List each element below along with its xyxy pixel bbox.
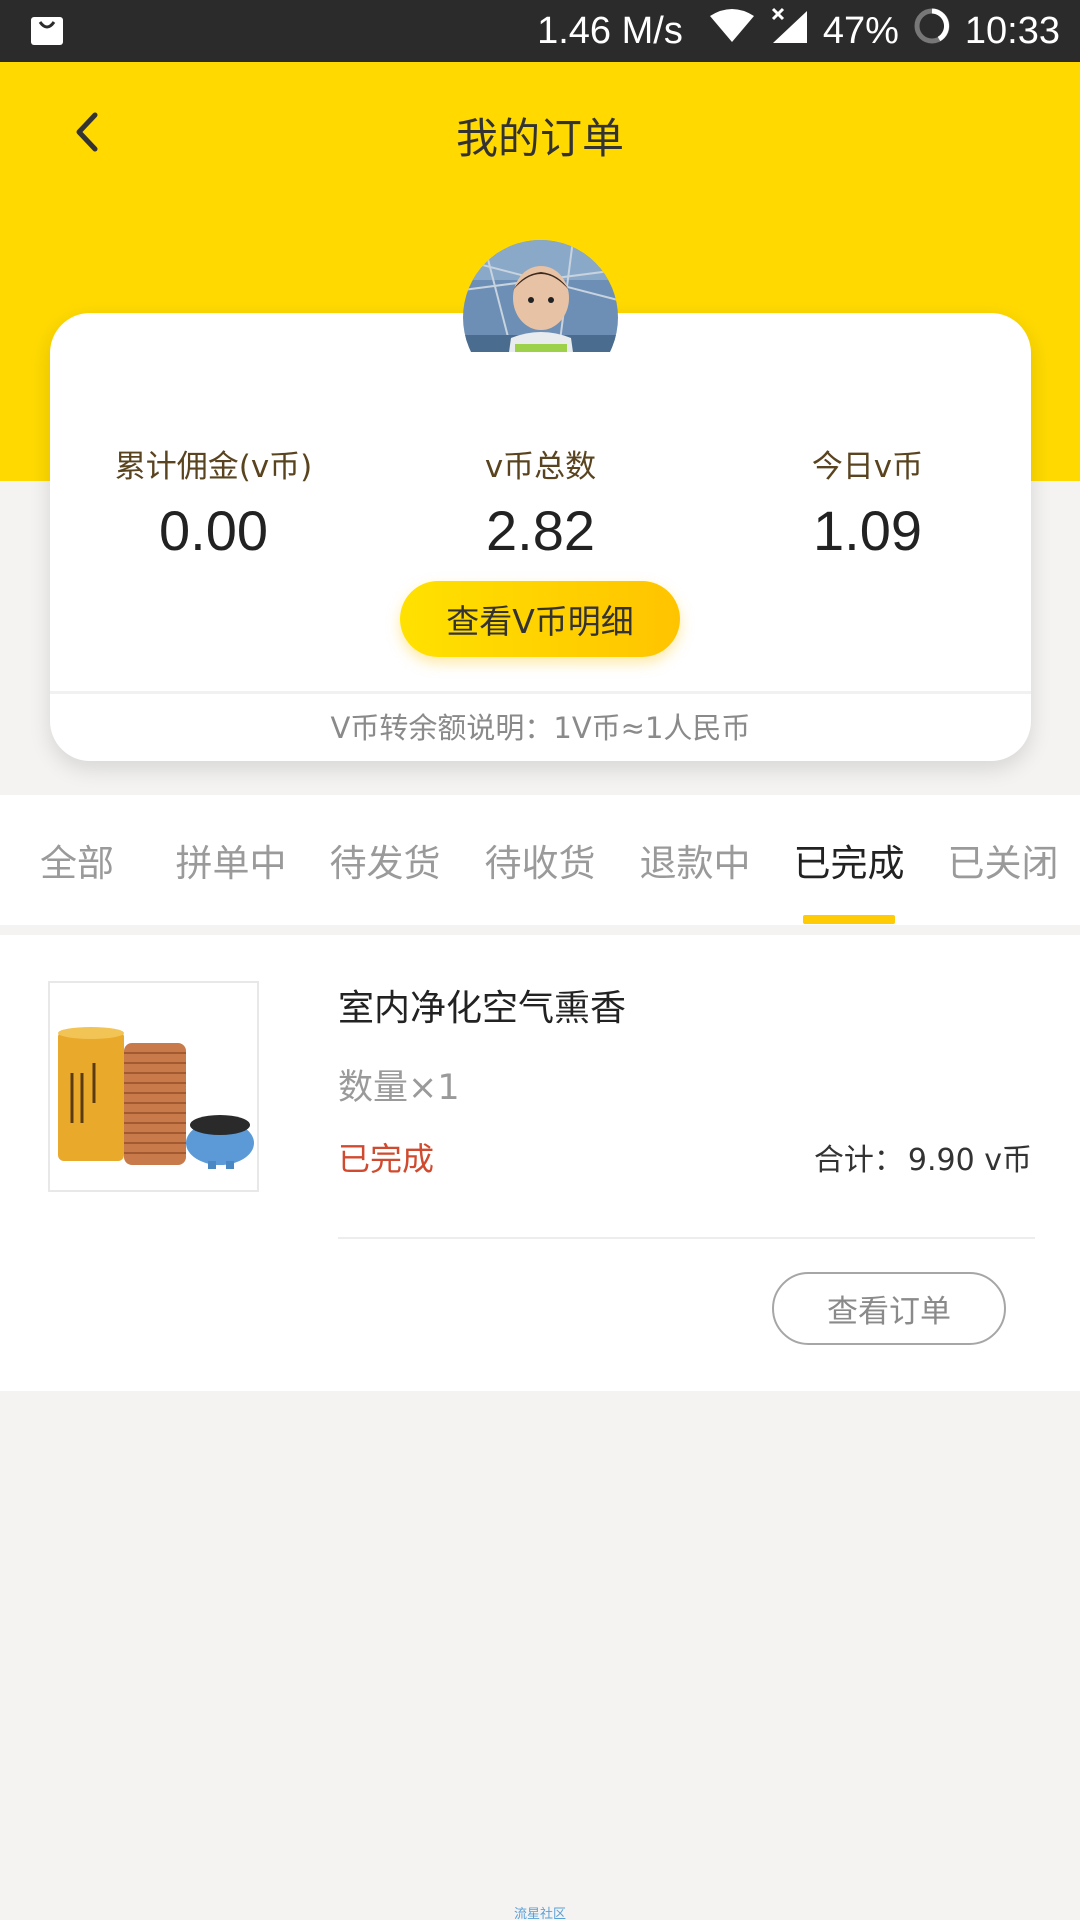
tab-completed[interactable]: 已完成: [784, 795, 914, 925]
stats-row: 累计佣金(v币) 0.00 v币总数 2.82 今日v币 1.09: [50, 441, 1031, 563]
avatar[interactable]: [463, 240, 618, 352]
order-item[interactable]: 室内净化空气熏香 数量×1 已完成 合计： 9.90 v币 查看订单: [0, 935, 1080, 1391]
clock: 10:33: [964, 9, 1060, 52]
tab-group-buying[interactable]: 拼单中: [166, 795, 296, 925]
tab-pending-shipment[interactable]: 待发货: [320, 795, 450, 925]
stat-value: 1.09: [813, 499, 922, 562]
stat-today: 今日v币 1.09: [704, 441, 1031, 563]
active-tab-indicator: [803, 915, 895, 924]
vcoin-summary-card: 累计佣金(v币) 0.00 v币总数 2.82 今日v币 1.09 查看V币明细…: [50, 313, 1031, 761]
product-image[interactable]: [48, 981, 259, 1192]
view-vcoin-detail-button[interactable]: 查看V币明细: [400, 581, 680, 657]
signal-icon: [769, 7, 809, 55]
watermark: 流星社区: [513, 1907, 566, 1920]
status-bar: 1.46 M/s 47% 10:33: [0, 0, 1080, 62]
stat-label: v币总数: [484, 449, 597, 485]
total-value: 9.90 v币: [907, 1143, 1032, 1178]
tab-closed[interactable]: 已关闭: [938, 795, 1068, 925]
page: 1.46 M/s 47% 10:33 我的订单 累计佣金(v币) 0.00 v币…: [0, 0, 1080, 1920]
total-label: 合计：: [813, 1143, 904, 1178]
view-order-button[interactable]: 查看订单: [772, 1272, 1006, 1345]
shopping-bag-icon: [30, 12, 64, 51]
tab-all[interactable]: 全部: [22, 795, 132, 925]
stat-commission: 累计佣金(v币) 0.00: [50, 441, 377, 563]
product-quantity: 数量×1: [338, 1068, 460, 1108]
order-tabs: 全部 拼单中 待发货 待收货 退款中 已完成 已关闭: [0, 795, 1080, 925]
avatar-photo: [463, 240, 618, 352]
tab-pending-receipt[interactable]: 待收货: [475, 795, 605, 925]
wifi-icon: [709, 8, 755, 54]
battery-level: 47%: [822, 9, 899, 52]
divider: [338, 1237, 1035, 1239]
product-name: 室内净化空气熏香: [338, 988, 627, 1029]
stat-value: 2.82: [486, 499, 595, 562]
stat-label: 累计佣金(v币): [114, 449, 313, 485]
page-title: 我的订单: [455, 114, 624, 163]
tab-refunding[interactable]: 退款中: [630, 795, 760, 925]
order-status: 已完成: [338, 1140, 435, 1178]
stat-total: v币总数 2.82: [377, 441, 704, 563]
stat-value: 0.00: [159, 499, 268, 562]
conversion-note: V币转余额说明：1V币≈1人民币: [330, 711, 751, 745]
battery-icon: [913, 7, 951, 55]
order-total: 合计： 9.90 v币: [814, 1135, 1032, 1179]
network-speed: 1.46 M/s: [537, 9, 683, 52]
stat-label: 今日v币: [811, 449, 924, 485]
divider: [50, 691, 1031, 694]
